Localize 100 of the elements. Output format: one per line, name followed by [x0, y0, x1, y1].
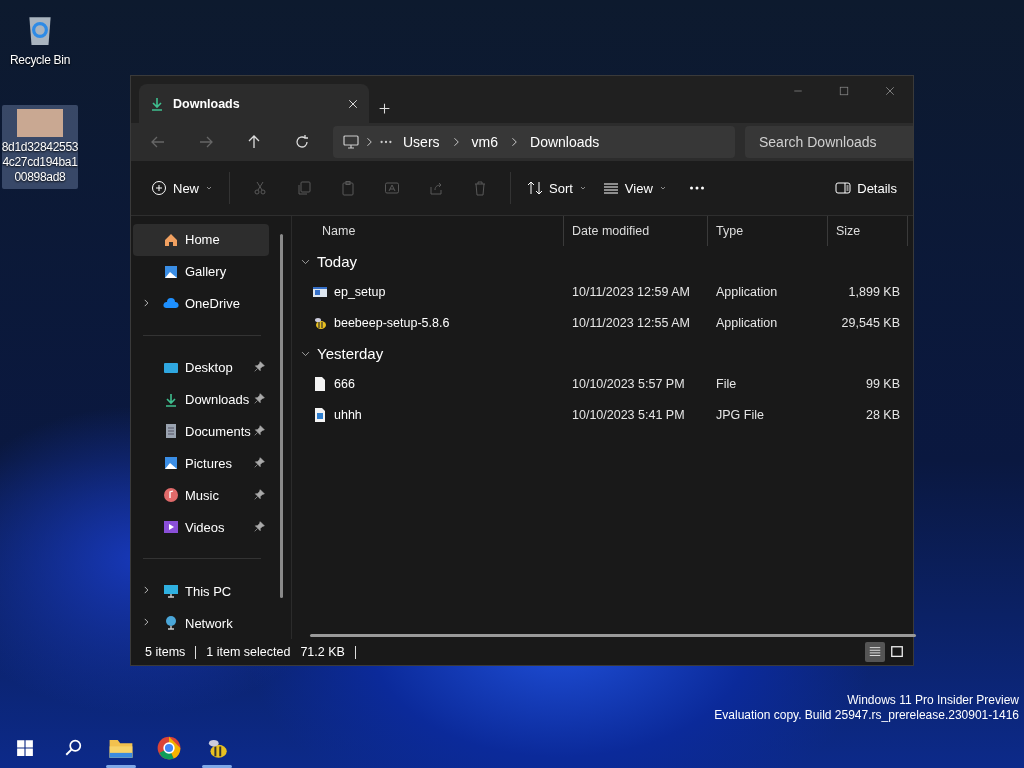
sidebar-item[interactable]: Gallery	[133, 255, 269, 288]
desktop-icon[interactable]: Recycle Bin	[2, 6, 78, 72]
watermark-text: Windows 11 Pro Insider Preview	[846, 693, 1019, 708]
toolbar-menu-button[interactable]: View	[596, 171, 673, 205]
column-header[interactable]: Date modified	[564, 216, 708, 246]
type-cell-text: Application	[715, 284, 779, 299]
sidebar-item[interactable]: Pictures	[133, 447, 269, 480]
sidebar-item[interactable]: Desktop	[133, 351, 269, 384]
refresh-icon	[294, 134, 310, 150]
group-header[interactable]: Today	[292, 246, 913, 276]
left-arrow-icon	[150, 134, 166, 150]
column-header[interactable]: Size	[828, 216, 908, 246]
document-icon	[163, 423, 179, 440]
share-icon	[428, 180, 444, 196]
house-icon	[163, 231, 179, 248]
size-cell-text: 28 KB	[864, 407, 901, 422]
scrollbar[interactable]	[280, 234, 283, 598]
pin-icon	[254, 456, 265, 468]
right-arrow-icon	[198, 134, 214, 150]
sidebar-item[interactable]: OneDrive	[133, 287, 269, 320]
column-header[interactable]: Name	[292, 216, 564, 246]
caret-icon	[578, 184, 587, 192]
monitor-icon	[343, 134, 359, 150]
picture-icon	[163, 455, 179, 472]
details-pane-button[interactable]: Details	[829, 171, 903, 205]
tab-title: Downloads	[173, 96, 241, 111]
trash-icon	[472, 180, 488, 196]
panel-icon	[835, 180, 852, 196]
size-cell-text: 1,899 KB	[847, 284, 901, 299]
date-cell-text: 10/11/2023 12:59 AM	[571, 284, 691, 299]
copy-icon	[296, 180, 312, 196]
caret-icon	[205, 184, 213, 192]
file-name-cell[interactable]: uhhh	[292, 406, 564, 423]
rename-icon	[384, 180, 400, 196]
item-count: 5 items	[145, 645, 186, 659]
close-icon	[884, 85, 896, 97]
column-header[interactable]: Type	[708, 216, 828, 246]
pin-icon	[254, 488, 265, 500]
music-icon	[163, 487, 179, 504]
sidebar-item[interactable]: Home	[133, 224, 269, 256]
photo-placeholder	[17, 109, 63, 137]
date-cell-text: 10/10/2023 5:41 PM	[571, 407, 686, 422]
sidebar-item[interactable]: This PC	[133, 575, 269, 608]
close-icon	[347, 97, 359, 110]
toolbar-menu-button[interactable]: New	[145, 171, 219, 205]
sidebar-item[interactable]: Documents	[133, 415, 269, 448]
windows-logo-icon	[16, 739, 34, 757]
browser-icon	[156, 735, 182, 761]
caret-icon	[658, 184, 667, 192]
sidebar-item[interactable]: Videos	[133, 511, 269, 544]
file-name-cell[interactable]: ep_setup	[292, 283, 564, 300]
square-icon	[890, 645, 904, 659]
download-icon	[163, 391, 179, 408]
breadcrumb[interactable]: Downloads	[524, 134, 606, 150]
picture-icon	[163, 263, 179, 280]
watermark-text: Evaluation copy. Build 25947.rs_prerelease.230901-1416	[714, 708, 1019, 723]
file-name-cell[interactable]: 666	[292, 375, 564, 392]
plus-icon	[377, 101, 391, 115]
details-view-button[interactable]	[865, 642, 885, 662]
sidebar-item[interactable]: Music	[133, 479, 269, 512]
chevron-right-icon	[141, 585, 151, 596]
sort-icon	[527, 180, 543, 196]
selection-info: 1 item selected	[206, 645, 291, 659]
up-arrow-icon	[246, 134, 262, 150]
desktop-icon-label: 8d1d328425534c27cd194ba100898ad8	[1, 140, 79, 185]
date-cell-text: 10/10/2023 5:57 PM	[571, 376, 686, 391]
chevron-right-icon	[141, 297, 151, 308]
list-lines-icon	[602, 180, 619, 196]
address-bar[interactable]: Users vm6 Downloads	[333, 126, 735, 158]
video-icon	[163, 519, 179, 536]
plus-circle-icon	[151, 180, 167, 196]
search-field[interactable]: Search Downloads	[745, 126, 913, 158]
desktop-icon[interactable]: 8d1d328425534c27cd194ba100898ad8	[2, 105, 78, 189]
sidebar-item[interactable]: Network	[133, 607, 269, 639]
scrollbar[interactable]	[310, 634, 916, 637]
selection-size: 71.2 KB	[300, 645, 345, 659]
search-icon	[64, 739, 82, 757]
breadcrumb[interactable]: vm6	[465, 134, 504, 150]
sidebar-item[interactable]: Downloads	[133, 383, 269, 416]
maximize-icon	[838, 85, 850, 97]
toolbar-menu-button[interactable]: Sort	[521, 171, 593, 205]
network-icon	[163, 615, 179, 631]
blank-file-icon	[312, 375, 328, 392]
pin-icon	[254, 520, 265, 532]
size-cell-text: 99 KB	[864, 376, 901, 391]
file-name-cell[interactable]: beebeep-setup-5.8.6	[292, 314, 564, 331]
desktop-icon-label: Recycle Bin	[8, 53, 72, 68]
breadcrumb[interactable]: Users	[397, 134, 446, 150]
image-file-icon	[312, 406, 328, 423]
pin-icon	[254, 393, 265, 405]
clipboard-icon	[340, 180, 356, 196]
scissors-icon	[252, 180, 268, 196]
window-tab[interactable]: Downloads	[139, 84, 369, 123]
monitor-icon	[163, 583, 179, 600]
pin-icon	[254, 361, 265, 373]
download-icon	[149, 95, 165, 112]
date-cell-text: 10/11/2023 12:55 AM	[571, 315, 691, 330]
type-cell-text: Application	[715, 315, 779, 330]
group-header[interactable]: Yesterday	[292, 338, 913, 368]
type-cell-text: File	[715, 376, 738, 391]
